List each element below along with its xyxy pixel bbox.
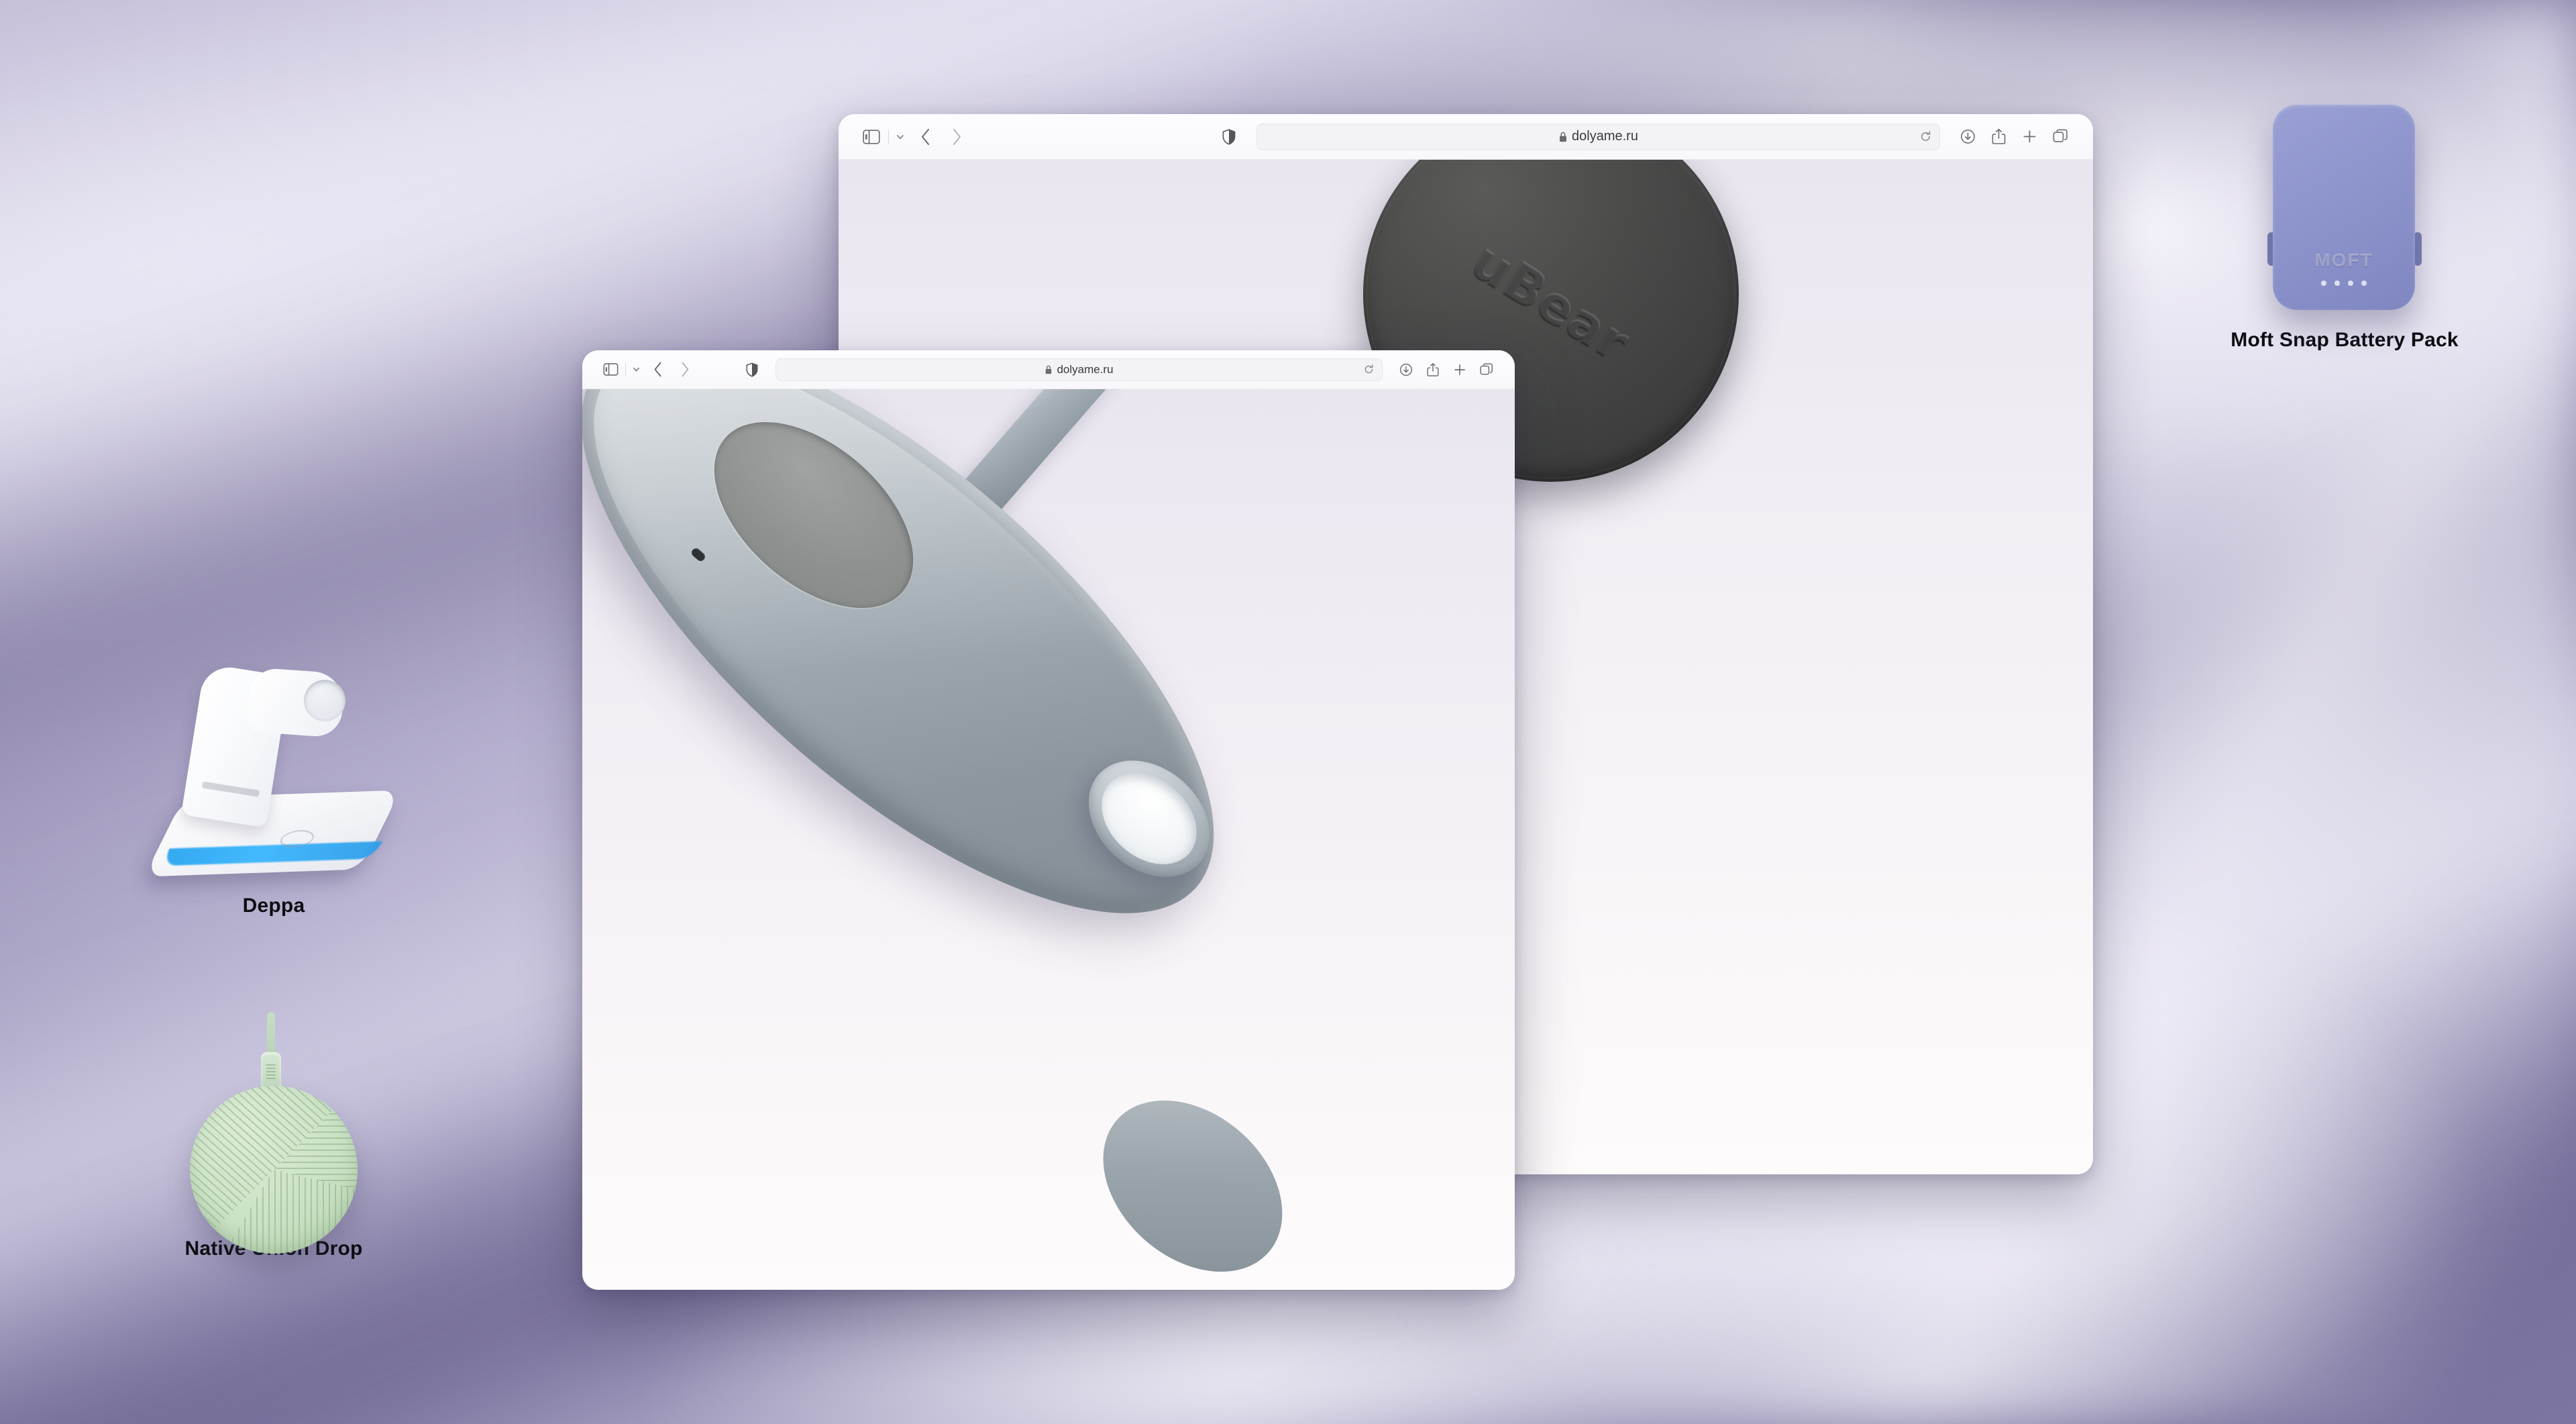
native-union-drop-pad-icon — [163, 1012, 384, 1254]
address-bar-url: dolyame.ru — [1572, 129, 1638, 144]
sidebar-icon[interactable] — [856, 121, 887, 152]
share-icon[interactable] — [1983, 121, 2014, 152]
forward-button[interactable] — [672, 356, 698, 383]
page-content-front — [582, 389, 1515, 1290]
moft-brand-mark: MOFT — [2314, 250, 2373, 270]
moft-led-indicators — [2273, 281, 2415, 286]
safari-window-front[interactable]: dolyame.ru — [582, 350, 1515, 1290]
address-bar[interactable]: dolyame.ru — [775, 358, 1383, 381]
product-label-moft-snap-battery-pack: Moft Snap Battery Pack — [2231, 329, 2459, 351]
product-label-deppa: Deppa — [242, 895, 305, 917]
forward-button[interactable] — [941, 121, 972, 152]
browser-toolbar: dolyame.ru — [582, 350, 1515, 389]
sidebar-icon[interactable] — [597, 356, 624, 383]
product-card-native-union-drop[interactable]: Native Union Drop — [160, 1012, 388, 1260]
plus-icon[interactable] — [1446, 356, 1473, 383]
reload-icon[interactable] — [1920, 131, 1931, 142]
tab-overview-icon[interactable] — [2045, 121, 2076, 152]
chevron-down-icon[interactable] — [627, 356, 645, 383]
reload-icon[interactable] — [1364, 364, 1374, 374]
share-icon[interactable] — [1419, 356, 1446, 383]
back-button[interactable] — [645, 356, 672, 383]
tab-overview-icon[interactable] — [1473, 356, 1500, 383]
product-card-deppa[interactable]: Deppa — [144, 661, 401, 917]
desktop-stage: dolyame.ru uBear dolyame.ru Deppa Native… — [0, 0, 2576, 1424]
shield-icon[interactable] — [739, 356, 765, 383]
chevron-down-icon[interactable] — [890, 121, 910, 152]
product-card-moft-snap-battery-pack[interactable]: MOFT Moft Snap Battery Pack — [2231, 101, 2459, 352]
shield-icon[interactable] — [1214, 121, 1244, 152]
moft-battery-pack-icon: MOFT — [2261, 101, 2428, 322]
plus-icon[interactable] — [2014, 121, 2045, 152]
browser-toolbar: dolyame.ru — [839, 114, 2093, 160]
back-button[interactable] — [910, 121, 941, 152]
download-icon[interactable] — [1952, 121, 1983, 152]
download-icon[interactable] — [1393, 356, 1419, 383]
address-bar[interactable]: dolyame.ru — [1256, 123, 1940, 150]
product-image-silver-stand — [582, 389, 1515, 1290]
deppa-charging-stand-icon — [144, 661, 401, 882]
address-bar-url: dolyame.ru — [1057, 362, 1114, 376]
